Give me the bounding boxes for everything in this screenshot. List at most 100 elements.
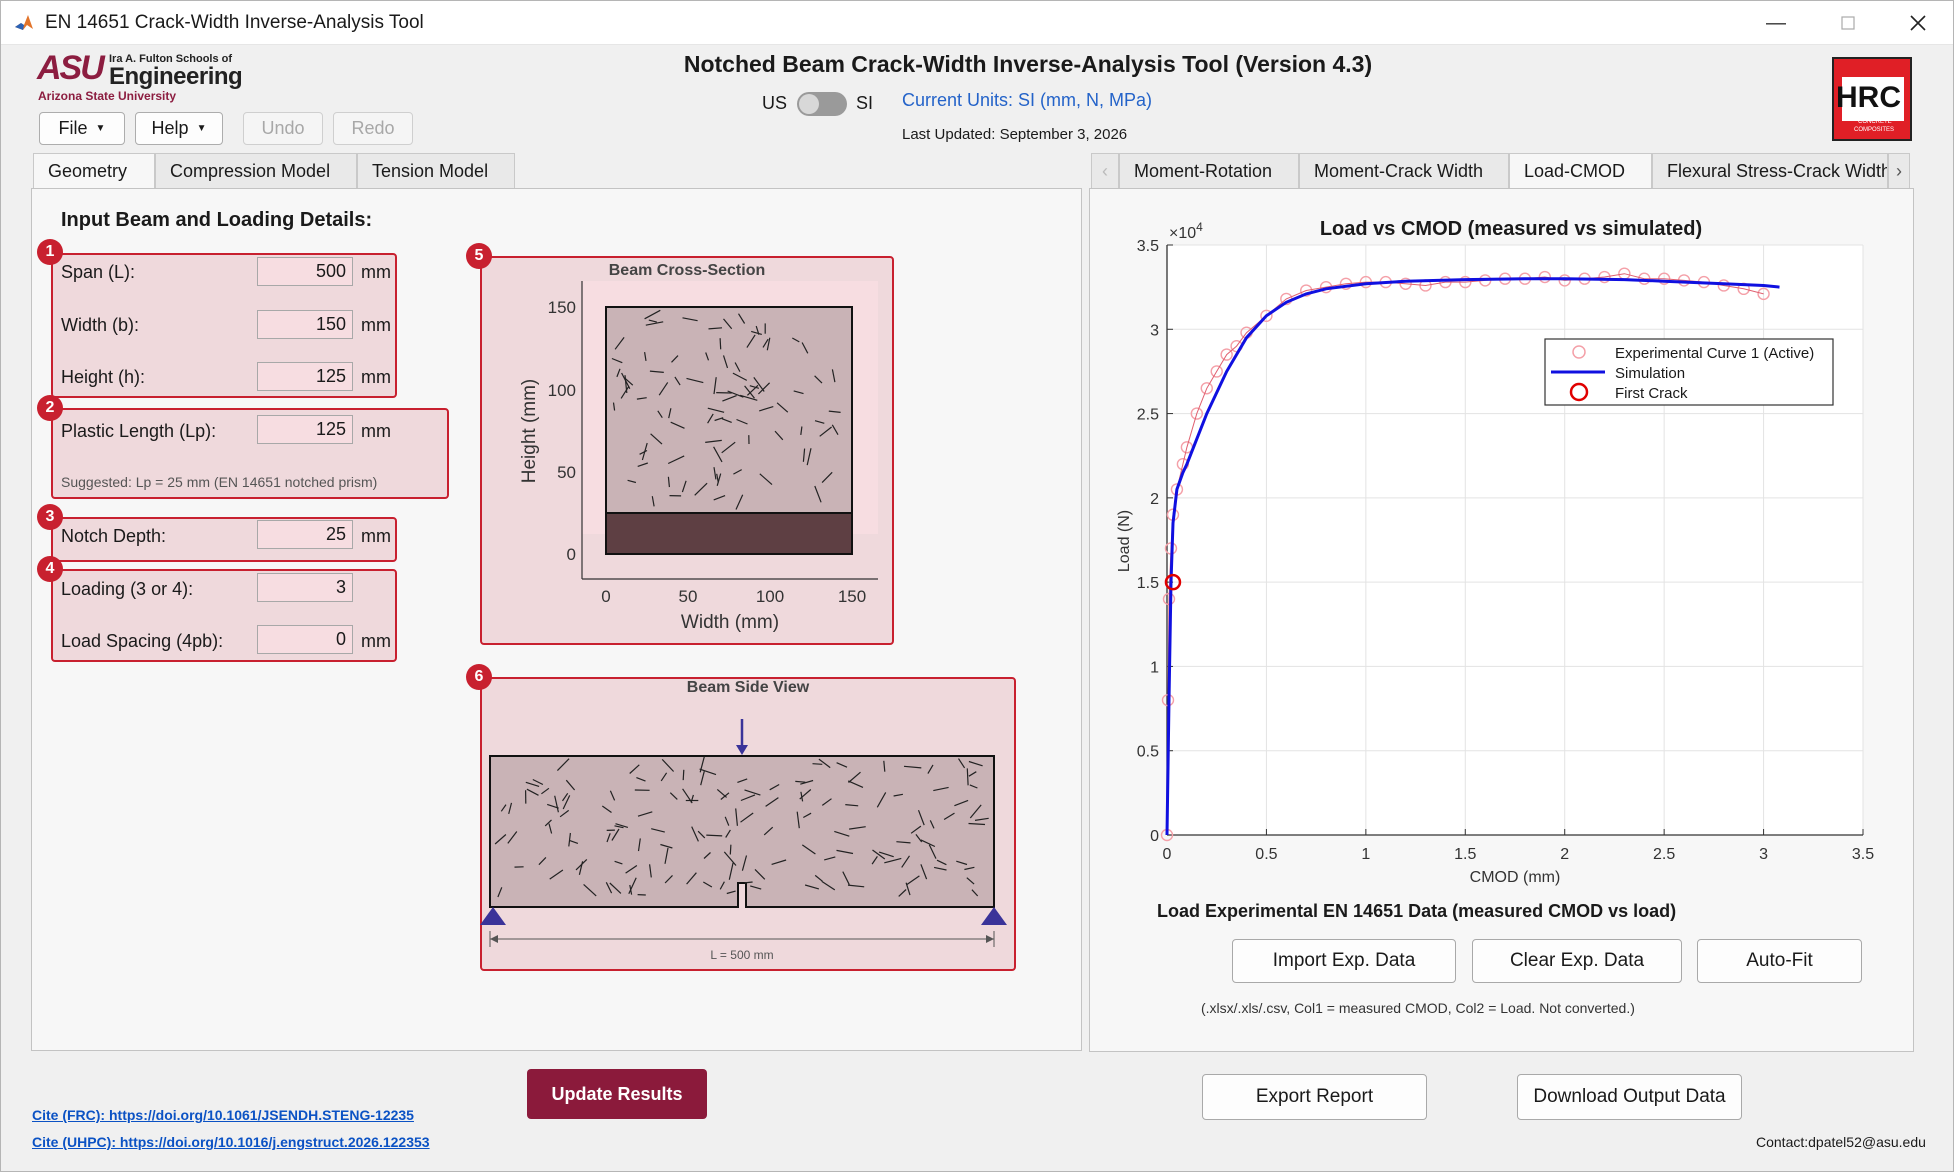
chevron-left-icon: ‹ xyxy=(1102,161,1108,181)
x-tick-label: 1 xyxy=(1361,846,1370,863)
cross-section-beam xyxy=(605,306,853,514)
cs-ytick: 100 xyxy=(548,381,576,400)
step-badge-3: 3 xyxy=(37,504,63,530)
tab-scroll-right-button[interactable]: › xyxy=(1888,153,1910,189)
lp-label: Plastic Length (Lp): xyxy=(61,421,217,441)
hrc-logo-sub2: COMPOSITES xyxy=(1854,127,1895,133)
units-toggle[interactable] xyxy=(797,92,847,116)
fiber-mark xyxy=(729,844,732,855)
load-cmod-chart: 0 0.5 1 1.5 2 2.5 3 3.5 0 0.5 1 1.5 2 2.5 3 3.5 Load vs… xyxy=(1116,218,1874,886)
legend-label: First Crack xyxy=(1615,385,1688,402)
span-input[interactable] xyxy=(257,257,353,286)
units-toggle-knob xyxy=(799,94,819,114)
notch-label: Notch Depth: xyxy=(61,526,167,546)
maximize-button[interactable] xyxy=(1825,7,1871,39)
fiber-mark xyxy=(795,780,806,783)
tab-tension-model[interactable]: Tension Model xyxy=(357,153,515,189)
cite-frc-link[interactable]: Cite (FRC): https://doi.org/10.1061/JSEN… xyxy=(32,1107,414,1123)
help-menu-button[interactable]: Help ▼ xyxy=(135,112,223,145)
tab-scroll-left-button[interactable]: ‹ xyxy=(1091,153,1119,189)
chevron-right-icon: › xyxy=(1896,161,1902,181)
tab-geometry[interactable]: Geometry xyxy=(33,153,155,189)
x-tick-label: 3 xyxy=(1759,846,1768,863)
load-arrow-icon xyxy=(736,745,748,755)
tab-load-cmod[interactable]: Load-CMOD xyxy=(1509,153,1652,189)
cs-ytick: 0 xyxy=(567,545,576,564)
height-label: Height (h): xyxy=(61,367,146,387)
clear-exp-data-button[interactable]: Clear Exp. Data xyxy=(1472,939,1682,983)
y-tick-label: 3.5 xyxy=(1137,238,1159,255)
tab-moment-crack-width[interactable]: Moment-Crack Width xyxy=(1299,153,1509,189)
fiber-mark xyxy=(966,768,969,786)
update-results-button[interactable]: Update Results xyxy=(527,1069,707,1119)
title-bar: EN 14651 Crack-Width Inverse-Analysis To… xyxy=(1,1,1953,45)
export-report-button[interactable]: Export Report xyxy=(1202,1074,1427,1120)
units-si-label: SI xyxy=(856,93,874,113)
minimize-button[interactable]: — xyxy=(1753,7,1799,39)
cs-xtick: 50 xyxy=(679,587,698,606)
cs-ytick: 150 xyxy=(548,298,576,317)
minimize-icon: — xyxy=(1766,11,1786,34)
fiber-mark xyxy=(706,834,723,837)
spacing-input[interactable] xyxy=(257,625,353,654)
cs-xtick: 150 xyxy=(838,587,866,606)
spacing-label: Load Spacing (4pb): xyxy=(61,631,224,651)
legend-label: Experimental Curve 1 (Active) xyxy=(1615,345,1814,362)
cs-ylabel: Height (mm) xyxy=(519,379,540,484)
cs-ytick: 50 xyxy=(557,463,576,482)
window-title: EN 14651 Crack-Width Inverse-Analysis To… xyxy=(45,12,424,33)
span-label: Span (L): xyxy=(61,262,136,282)
cs-xtick: 100 xyxy=(756,587,784,606)
fiber-mark xyxy=(719,338,722,350)
tab-compression-model[interactable]: Compression Model xyxy=(155,153,357,189)
file-label: File xyxy=(58,118,88,138)
side-view-beam xyxy=(489,755,995,908)
x-tick-label: 0 xyxy=(1163,846,1172,863)
hrc-logo: HRC CONCRETE COMPOSITES xyxy=(1832,57,1912,141)
lp-input[interactable] xyxy=(257,415,353,444)
close-button[interactable] xyxy=(1895,7,1941,39)
matlab-icon xyxy=(14,13,34,33)
y-tick-label: 0 xyxy=(1150,828,1159,845)
geometry-heading: Input Beam and Loading Details: xyxy=(61,209,373,231)
import-exp-data-button[interactable]: Import Exp. Data xyxy=(1232,939,1456,983)
tab-moment-rotation[interactable]: Moment-Rotation xyxy=(1119,153,1299,189)
notch-input[interactable] xyxy=(257,520,353,549)
maximize-icon xyxy=(1841,16,1855,30)
undo-button[interactable]: Undo xyxy=(243,112,323,145)
left-support-icon xyxy=(480,907,506,925)
x-tick-label: 1.5 xyxy=(1454,846,1476,863)
height-input[interactable] xyxy=(257,362,353,391)
file-menu-button[interactable]: File ▼ xyxy=(39,112,125,145)
hrc-logo-text: HRC xyxy=(1836,81,1901,114)
app-window: EN 14651 Crack-Width Inverse-Analysis To… xyxy=(0,0,1954,1172)
app-title: Notched Beam Crack-Width Inverse-Analysi… xyxy=(683,51,1373,77)
span-unit: mm xyxy=(361,262,391,282)
cross-section-plot: 0 50 100 150 0 50 100 150 Width (mm) Hei… xyxy=(519,281,878,633)
chart-ylabel: Load (N) xyxy=(1116,510,1133,572)
y-tick-label: 1.5 xyxy=(1137,575,1159,592)
redo-button[interactable]: Redo xyxy=(333,112,413,145)
span-dimension-label: L = 500 mm xyxy=(710,948,773,962)
logo-university: Arizona State University xyxy=(38,89,177,103)
cite-uhpc-link[interactable]: Cite (UHPC): https://doi.org/10.1016/j.e… xyxy=(32,1134,430,1150)
right-tab-bar: ‹ Moment-Rotation Moment-Crack Width Loa… xyxy=(1091,153,1910,189)
step-badge-1: 1 xyxy=(37,239,63,265)
width-unit: mm xyxy=(361,315,391,335)
loading-input[interactable] xyxy=(257,573,353,602)
import-hint: (.xlsx/.xls/.csv, Col1 = measured CMOD, … xyxy=(1201,1000,1635,1016)
y-tick-label: 2.5 xyxy=(1137,407,1159,424)
y-tick-label: 0.5 xyxy=(1137,744,1159,761)
width-label: Width (b): xyxy=(61,315,140,335)
width-input[interactable] xyxy=(257,310,353,339)
tab-flexural-stress-crack-width[interactable]: Flexural Stress-Crack Width xyxy=(1652,153,1888,189)
height-unit: mm xyxy=(361,367,391,387)
step-badge-2: 2 xyxy=(37,395,63,421)
auto-fit-button[interactable]: Auto-Fit xyxy=(1697,939,1862,983)
loading-label: Loading (3 or 4): xyxy=(61,579,194,599)
lp-hint: Suggested: Lp = 25 mm (EN 14651 notched … xyxy=(61,474,378,490)
download-output-button[interactable]: Download Output Data xyxy=(1517,1074,1742,1120)
units-us-label: US xyxy=(762,93,788,113)
chart-xlabel: CMOD (mm) xyxy=(1470,869,1561,886)
x-tick-label: 2.5 xyxy=(1653,846,1675,863)
